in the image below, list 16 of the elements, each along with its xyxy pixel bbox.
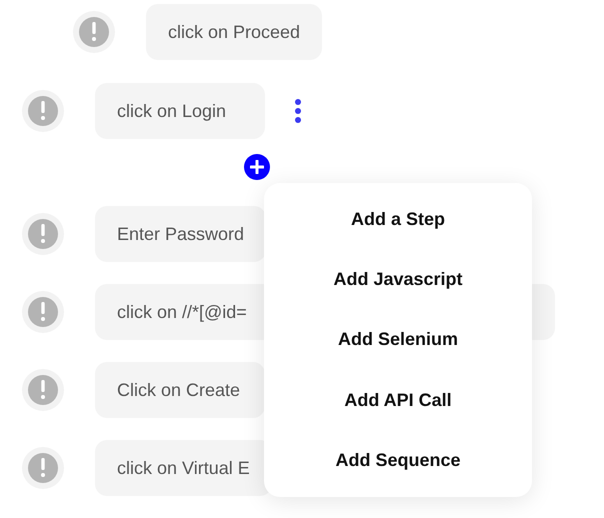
step-bubble[interactable]: Enter Password: [95, 206, 266, 262]
menu-item[interactable]: Add API Call: [264, 375, 532, 426]
alert-icon: [22, 90, 64, 132]
step-bubble[interactable]: Click on Create: [95, 362, 265, 418]
alert-icon: [73, 11, 115, 53]
menu-item[interactable]: Add Selenium: [264, 314, 532, 365]
add-icon[interactable]: [244, 154, 270, 180]
more-icon[interactable]: [295, 99, 301, 123]
alert-icon: [22, 447, 64, 489]
menu-item[interactable]: Add a Step: [264, 194, 532, 244]
step-bubble[interactable]: click on Login: [95, 83, 265, 139]
alert-icon: [22, 213, 64, 255]
menu-item[interactable]: Add Javascript: [264, 254, 532, 305]
alert-icon: [22, 369, 64, 411]
alert-icon: [22, 291, 64, 333]
step-bubble[interactable]: click on Proceed: [146, 4, 322, 60]
